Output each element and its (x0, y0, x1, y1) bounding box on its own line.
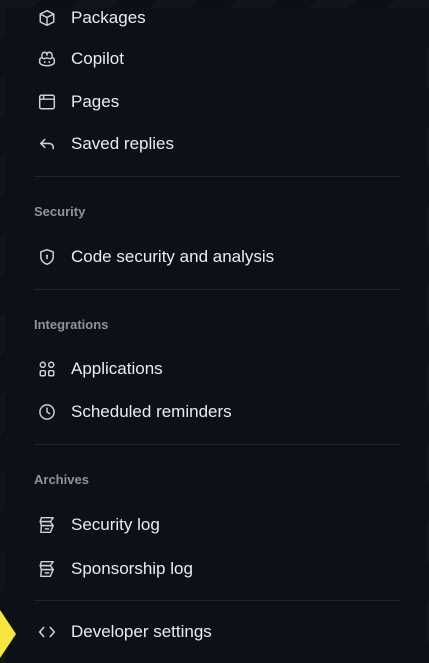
shield-icon (35, 245, 59, 269)
clock-icon (35, 400, 59, 424)
divider (34, 289, 401, 290)
sidebar-item-scheduled-reminders[interactable]: Scheduled reminders (13, 395, 414, 429)
code-icon (35, 620, 59, 644)
sidebar-item-developer-settings[interactable]: Developer settings (13, 615, 414, 649)
sidebar-item-applications[interactable]: Applications (13, 352, 414, 386)
reply-icon (35, 132, 59, 156)
section-title-integrations: Integrations (34, 317, 109, 332)
sidebar-item-label: Copilot (71, 49, 124, 68)
sidebar-item-label: Saved replies (71, 134, 175, 153)
log-icon (35, 557, 59, 581)
sidebar-item-label: Developer settings (71, 622, 212, 641)
sidebar-item-saved-replies[interactable]: Saved replies (13, 127, 414, 161)
sidebar-item-label: Packages (71, 8, 146, 27)
divider (34, 600, 401, 601)
section-title-security: Security (34, 204, 86, 219)
apps-icon (35, 357, 59, 381)
sidebar-item-sponsorship-log[interactable]: Sponsorship log (13, 552, 414, 586)
sidebar-item-label: Code security and analysis (71, 247, 275, 266)
sidebar-item-label: Applications (71, 359, 163, 378)
settings-sidebar: Packages Copilot Pages Saved replies Sec… (5, 8, 426, 663)
sidebar-item-label: Security log (71, 515, 160, 534)
section-title-archives: Archives (34, 472, 89, 487)
package-icon (35, 8, 59, 30)
copilot-icon (35, 47, 59, 71)
divider (34, 444, 401, 445)
sidebar-item-label: Scheduled reminders (71, 402, 232, 421)
sidebar-item-packages[interactable]: Packages (13, 8, 414, 35)
browser-icon (35, 90, 59, 114)
sidebar-item-label: Pages (71, 92, 120, 111)
log-icon (35, 513, 59, 537)
sidebar-item-copilot[interactable]: Copilot (13, 42, 414, 76)
pointer-arrow (0, 610, 16, 658)
sidebar-item-code-security[interactable]: Code security and analysis (13, 240, 414, 274)
sidebar-item-label: Sponsorship log (71, 559, 193, 578)
sidebar-item-pages[interactable]: Pages (13, 85, 414, 119)
divider (34, 176, 401, 177)
sidebar-item-security-log[interactable]: Security log (13, 508, 414, 542)
